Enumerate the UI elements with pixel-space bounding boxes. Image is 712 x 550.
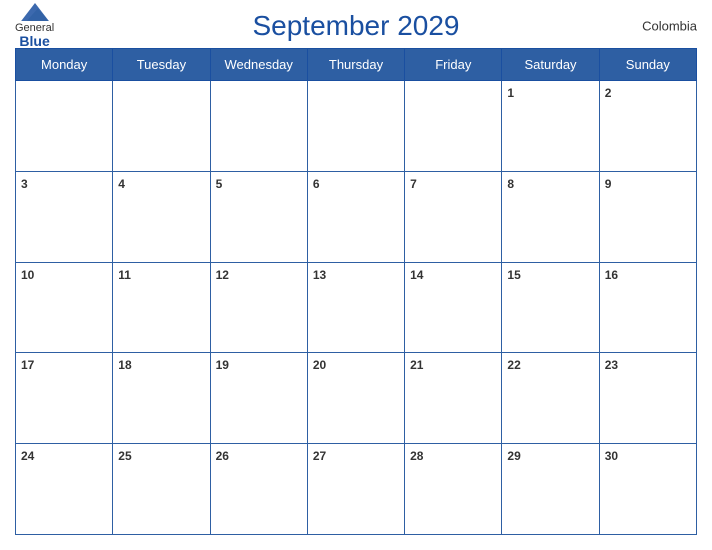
day-number: 20 (313, 358, 326, 372)
day-number: 23 (605, 358, 618, 372)
day-number: 24 (21, 449, 34, 463)
calendar-cell: 2 (599, 81, 696, 172)
week-row-5: 24 25 26 27 28 29 30 (16, 444, 697, 535)
calendar-cell: 16 (599, 262, 696, 353)
calendar-cell: 29 (502, 444, 599, 535)
calendar-cell: 11 (113, 262, 210, 353)
calendar-cell: 27 (307, 444, 404, 535)
calendar-cell: 28 (405, 444, 502, 535)
logo-blue-text: Blue (19, 34, 49, 49)
calendar-cell: 12 (210, 262, 307, 353)
calendar-cell: 30 (599, 444, 696, 535)
day-number: 2 (605, 86, 612, 100)
calendar-cell: 18 (113, 353, 210, 444)
day-number: 26 (216, 449, 229, 463)
week-row-4: 17 18 19 20 21 22 23 (16, 353, 697, 444)
calendar-cell: 24 (16, 444, 113, 535)
calendar-cell: 21 (405, 353, 502, 444)
day-number: 25 (118, 449, 131, 463)
calendar-cell: 8 (502, 171, 599, 262)
calendar-cell: 13 (307, 262, 404, 353)
calendar-cell: 22 (502, 353, 599, 444)
day-of-week-saturday: Saturday (502, 49, 599, 81)
calendar-cell: 6 (307, 171, 404, 262)
day-number: 30 (605, 449, 618, 463)
day-number: 10 (21, 268, 34, 282)
day-number: 3 (21, 177, 28, 191)
day-number: 8 (507, 177, 514, 191)
calendar-table: MondayTuesdayWednesdayThursdayFridaySatu… (15, 48, 697, 535)
calendar-cell: 3 (16, 171, 113, 262)
day-number: 16 (605, 268, 618, 282)
day-number: 15 (507, 268, 520, 282)
week-row-1: 12 (16, 81, 697, 172)
day-number: 14 (410, 268, 423, 282)
day-of-week-thursday: Thursday (307, 49, 404, 81)
logo: General Blue (15, 3, 54, 49)
calendar-cell: 14 (405, 262, 502, 353)
day-of-week-sunday: Sunday (599, 49, 696, 81)
day-number: 4 (118, 177, 125, 191)
calendar-cell: 23 (599, 353, 696, 444)
day-number: 28 (410, 449, 423, 463)
day-number: 9 (605, 177, 612, 191)
calendar-cell: 25 (113, 444, 210, 535)
day-number: 12 (216, 268, 229, 282)
day-number: 21 (410, 358, 423, 372)
calendar-cell (405, 81, 502, 172)
calendar-cell: 4 (113, 171, 210, 262)
calendar-cell (307, 81, 404, 172)
page-title: September 2029 (252, 10, 459, 42)
calendar-cell (16, 81, 113, 172)
logo-icon (21, 3, 49, 21)
calendar-cell: 10 (16, 262, 113, 353)
calendar-cell: 15 (502, 262, 599, 353)
day-number: 7 (410, 177, 417, 191)
day-number: 27 (313, 449, 326, 463)
day-number: 17 (21, 358, 34, 372)
calendar-cell: 5 (210, 171, 307, 262)
day-number: 19 (216, 358, 229, 372)
calendar-cell: 20 (307, 353, 404, 444)
week-row-2: 3 4 5 6 7 8 9 (16, 171, 697, 262)
calendar-cell: 19 (210, 353, 307, 444)
calendar-cell (113, 81, 210, 172)
calendar-cell (210, 81, 307, 172)
calendar-cell: 17 (16, 353, 113, 444)
day-number: 18 (118, 358, 131, 372)
day-of-week-monday: Monday (16, 49, 113, 81)
calendar-cell: 26 (210, 444, 307, 535)
calendar-cell: 7 (405, 171, 502, 262)
calendar-header-row: MondayTuesdayWednesdayThursdayFridaySatu… (16, 49, 697, 81)
day-number: 1 (507, 86, 514, 100)
day-of-week-tuesday: Tuesday (113, 49, 210, 81)
day-number: 22 (507, 358, 520, 372)
day-of-week-friday: Friday (405, 49, 502, 81)
country-label: Colombia (642, 19, 697, 34)
calendar-cell: 1 (502, 81, 599, 172)
day-number: 11 (118, 268, 131, 282)
calendar-cell: 9 (599, 171, 696, 262)
day-number: 29 (507, 449, 520, 463)
day-number: 6 (313, 177, 320, 191)
day-of-week-wednesday: Wednesday (210, 49, 307, 81)
week-row-3: 10 11 12 13 14 15 16 (16, 262, 697, 353)
day-number: 13 (313, 268, 326, 282)
calendar-header: General Blue September 2029 Colombia (15, 10, 697, 42)
day-number: 5 (216, 177, 223, 191)
